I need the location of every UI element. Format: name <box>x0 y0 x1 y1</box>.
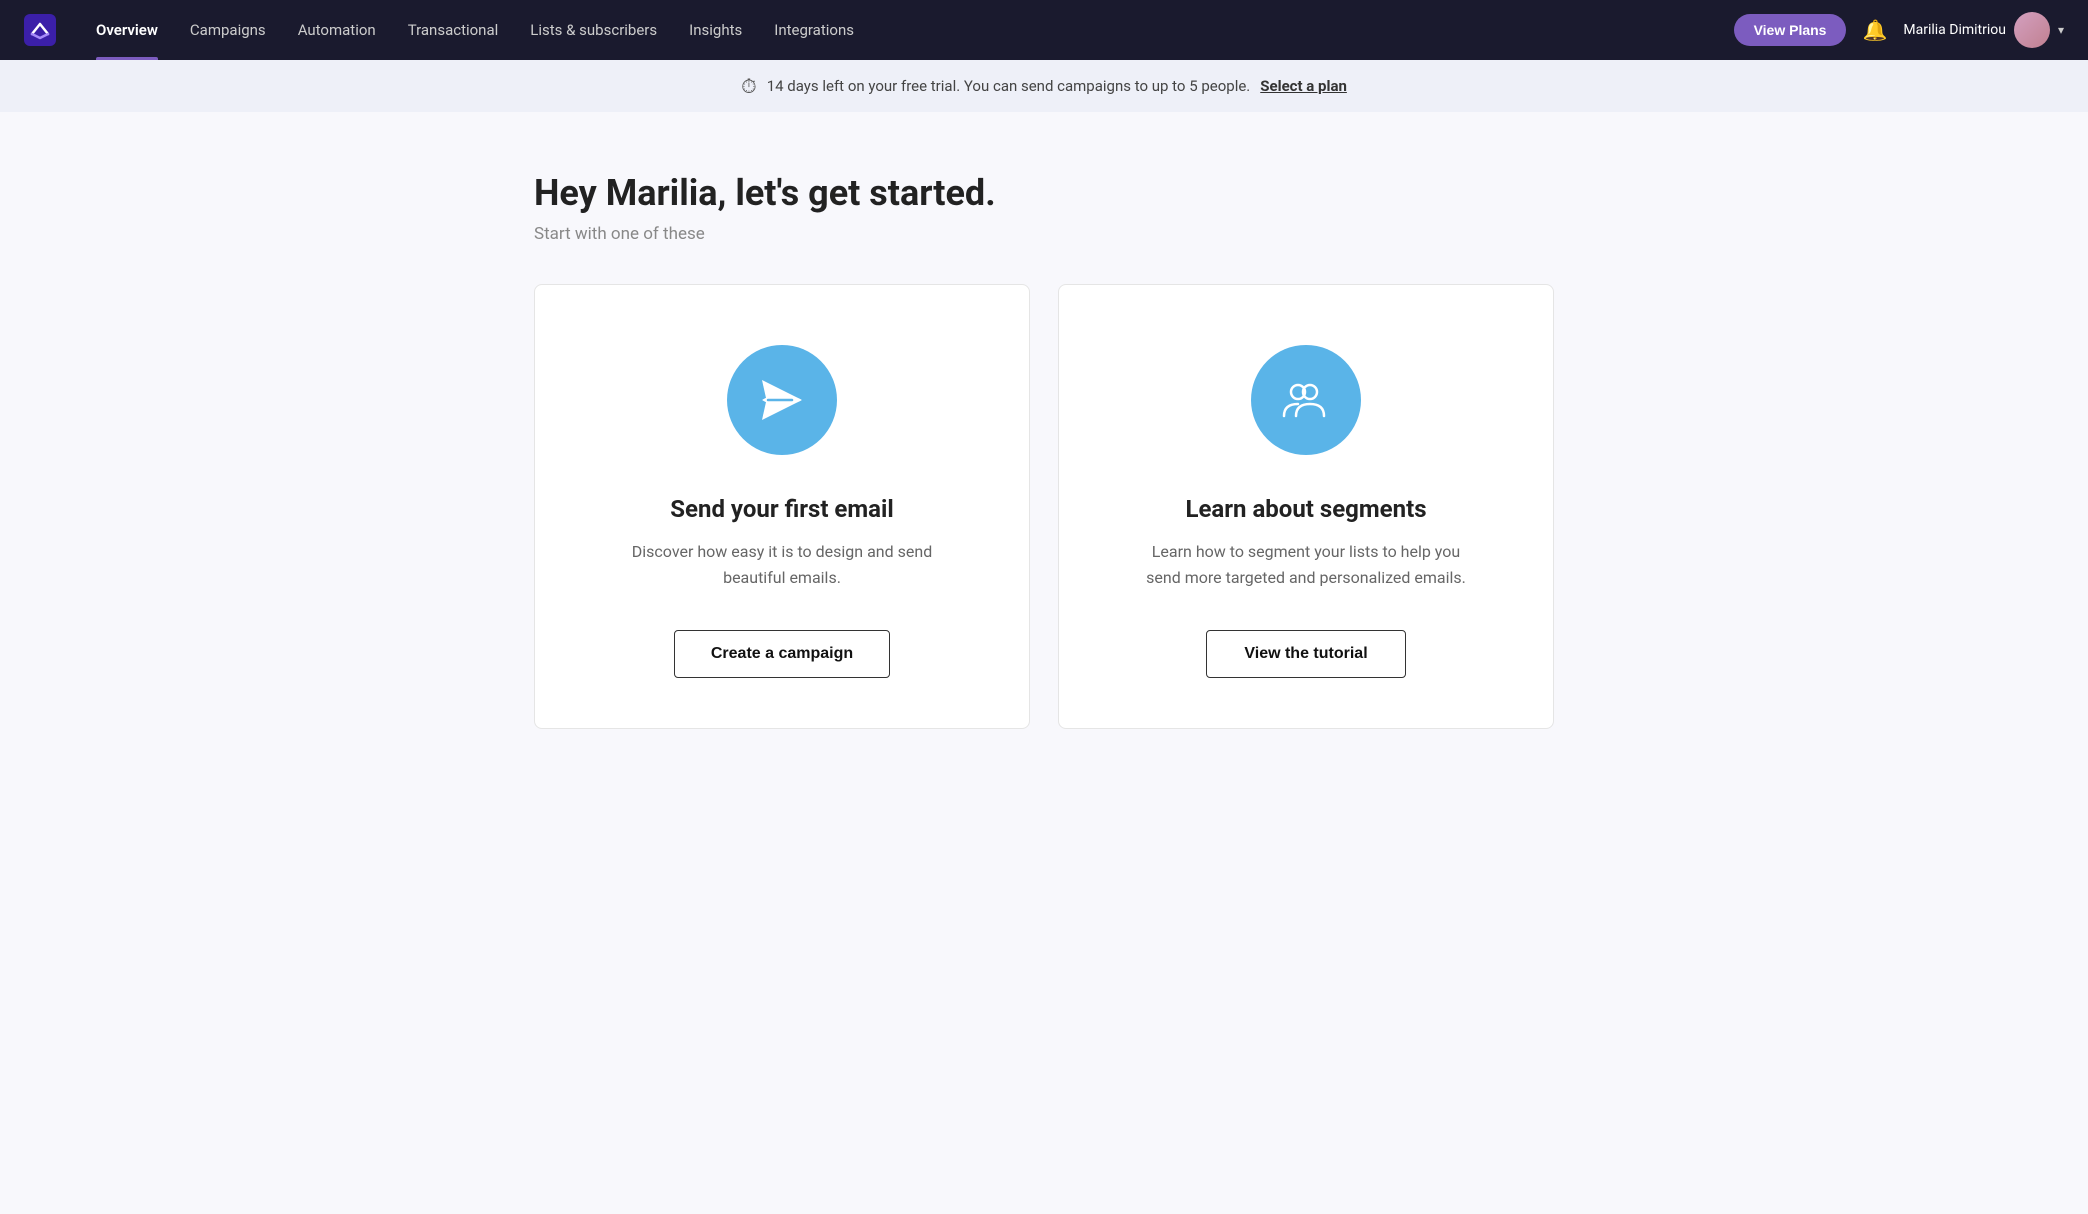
select-plan-link[interactable]: Select a plan <box>1260 77 1347 95</box>
greeting-title: Hey Marilia, let's get started. <box>534 172 1554 214</box>
learn-segments-card-title: Learn about segments <box>1185 495 1426 523</box>
chevron-down-icon: ▾ <box>2058 23 2064 37</box>
nav-item-integrations[interactable]: Integrations <box>758 0 870 60</box>
send-email-card: Send your first email Discover how easy … <box>534 284 1030 729</box>
view-tutorial-button[interactable]: View the tutorial <box>1206 630 1406 678</box>
learn-segments-card: Learn about segments Learn how to segmen… <box>1058 284 1554 729</box>
user-menu[interactable]: Marilia Dimitriou ▾ <box>1903 12 2064 48</box>
send-email-card-title: Send your first email <box>670 495 893 523</box>
trial-message: 14 days left on your free trial. You can… <box>767 77 1251 95</box>
create-campaign-button[interactable]: Create a campaign <box>674 630 890 678</box>
nav-item-insights[interactable]: Insights <box>673 0 758 60</box>
cards-row: Send your first email Discover how easy … <box>534 284 1554 729</box>
nav-item-automation[interactable]: Automation <box>282 0 392 60</box>
nav-item-campaigns[interactable]: Campaigns <box>174 0 282 60</box>
send-icon <box>756 374 808 426</box>
view-plans-button[interactable]: View Plans <box>1734 14 1847 46</box>
clock-icon: ⏱ <box>741 74 757 98</box>
notifications-bell-icon[interactable]: 🔔 <box>1858 14 1891 46</box>
main-content: Hey Marilia, let's get started. Start wi… <box>494 112 1594 789</box>
trial-banner: ⏱ 14 days left on your free trial. You c… <box>0 60 2088 112</box>
app-logo[interactable] <box>24 14 56 46</box>
nav-items: Overview Campaigns Automation Transactio… <box>80 0 1734 60</box>
learn-segments-icon-circle <box>1251 345 1361 455</box>
avatar <box>2014 12 2050 48</box>
nav-item-transactional[interactable]: Transactional <box>392 0 515 60</box>
nav-item-overview[interactable]: Overview <box>80 0 174 60</box>
greeting-subtitle: Start with one of these <box>534 224 1554 244</box>
nav-item-lists-subscribers[interactable]: Lists & subscribers <box>514 0 673 60</box>
nav-right: View Plans 🔔 Marilia Dimitriou ▾ <box>1734 12 2064 48</box>
send-email-icon-circle <box>727 345 837 455</box>
group-icon <box>1280 374 1332 426</box>
send-email-card-desc: Discover how easy it is to design and se… <box>622 539 942 590</box>
navbar: Overview Campaigns Automation Transactio… <box>0 0 2088 60</box>
user-name: Marilia Dimitriou <box>1903 22 2006 38</box>
learn-segments-card-desc: Learn how to segment your lists to help … <box>1146 539 1466 590</box>
